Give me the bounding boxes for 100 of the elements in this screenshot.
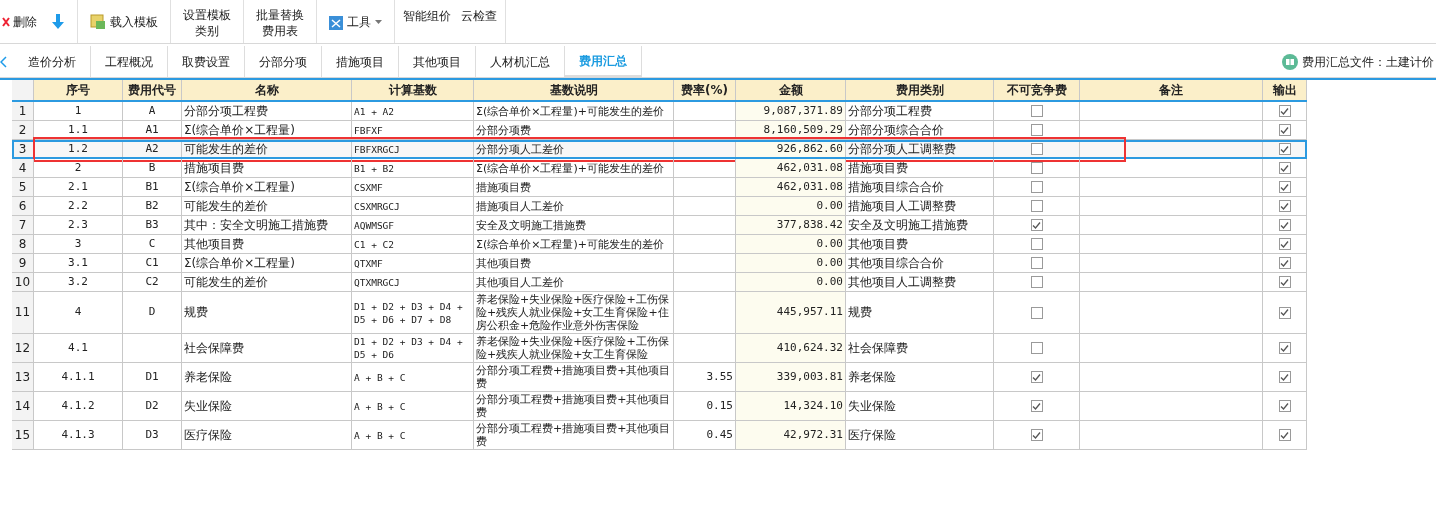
- column-header[interactable]: 不可竞争费: [994, 80, 1080, 100]
- table-cell: D3: [123, 421, 182, 450]
- row-number: 2: [12, 121, 34, 140]
- table-row[interactable]: 8 3 C 其他项目费 C1 + C2 Σ(综合单价×工程量)+可能发生的差价 0.00 其他项目费: [12, 235, 1307, 254]
- table-row[interactable]: 9 3.1 C1 Σ(综合单价×工程量) QTXMF 其他项目费 0.00 其他项目综合合价: [12, 254, 1307, 273]
- header-corner: [12, 80, 34, 100]
- checkbox[interactable]: [1030, 257, 1043, 269]
- table-cell: C1: [123, 254, 182, 273]
- checkbox[interactable]: [1278, 238, 1291, 250]
- caret-icon: [375, 20, 382, 24]
- table-row[interactable]: 12 4.1 社会保障费 D1 + D2 + D3 + D4 + D5 + D6 养老保险+失业保险+医疗保险+工伤保险+残疾人就业保险+女工生育保险 410,624.32 社会保障费: [12, 334, 1307, 363]
- table-cell: 3.2: [34, 273, 123, 292]
- table-row[interactable]: 13 4.1.1 D1 养老保险 A + B + C 分部分项工程费+措施项目费+其他项目费 3.55 339,003.81 养老保险: [12, 363, 1307, 392]
- checkbox[interactable]: [1030, 162, 1043, 174]
- row-number: 8: [12, 235, 34, 254]
- toolbar-button[interactable]: 智能组价: [403, 7, 451, 25]
- table-row[interactable]: 3 1.2 A2 可能发生的差价 FBFXRGCJ 分部分项人工差价 926,862.60 分部分项人工调整费: [12, 140, 1307, 159]
- checkbox[interactable]: [1278, 257, 1291, 269]
- table-cell: 规费: [182, 292, 352, 334]
- checkbox[interactable]: [1030, 276, 1043, 288]
- checkbox[interactable]: [1278, 124, 1291, 136]
- table-cell: D1: [123, 363, 182, 392]
- table-cell: B1: [123, 178, 182, 197]
- checkbox[interactable]: [1278, 400, 1291, 412]
- row-number: 10: [12, 273, 34, 292]
- table-row[interactable]: 15 4.1.3 D3 医疗保险 A + B + C 分部分项工程费+措施项目费+其他项目费 0.45 42,972.31 医疗保险: [12, 421, 1307, 450]
- table-row[interactable]: 14 4.1.2 D2 失业保险 A + B + C 分部分项工程费+措施项目费+其他项目费 0.15 14,324.10 失业保险: [12, 392, 1307, 421]
- column-header[interactable]: 费率(%): [674, 80, 736, 100]
- table-cell: 养老保险+失业保险+医疗保险+工伤保险+残疾人就业保险+女工生育保险: [474, 334, 674, 363]
- toolbar-button[interactable]: 云检查: [461, 7, 497, 25]
- column-header[interactable]: 费用类别: [846, 80, 994, 100]
- checkbox[interactable]: [1030, 219, 1043, 231]
- checkbox[interactable]: [1030, 124, 1043, 136]
- checkbox[interactable]: [1278, 219, 1291, 231]
- table-cell: 措施项目综合合价: [846, 178, 994, 197]
- table-cell: 社会保障费: [846, 334, 994, 363]
- checkbox[interactable]: [1030, 181, 1043, 193]
- checkbox[interactable]: [1030, 200, 1043, 212]
- tab[interactable]: 措施项目: [322, 46, 399, 77]
- table-cell: A1 + A2: [352, 102, 474, 121]
- checkbox[interactable]: [1030, 400, 1043, 412]
- tab[interactable]: 工程概况: [91, 46, 168, 77]
- table-row[interactable]: 1 1 A 分部分项工程费 A1 + A2 Σ(综合单价×工程量)+可能发生的差价 9,087,371.89 分部分项工程费: [12, 102, 1307, 121]
- table-row[interactable]: 10 3.2 C2 可能发生的差价 QTXMRGCJ 其他项目人工差价 0.00 其他项目人工调整费: [12, 273, 1307, 292]
- checkbox[interactable]: [1030, 238, 1043, 250]
- tab[interactable]: 取费设置: [168, 46, 245, 77]
- checkbox[interactable]: [1278, 342, 1291, 354]
- checkbox[interactable]: [1030, 371, 1043, 383]
- toolbar-button[interactable]: 设置模板 类别: [171, 0, 244, 43]
- tab[interactable]: 造价分析: [14, 46, 91, 77]
- table-cell: 措施项目费: [846, 159, 994, 178]
- load-template-button[interactable]: 载入模板: [90, 13, 158, 31]
- tab[interactable]: 其他项目: [399, 46, 476, 77]
- row-number: 11: [12, 292, 34, 334]
- checkbox[interactable]: [1278, 276, 1291, 288]
- table-cell: 0.00: [736, 235, 846, 254]
- tab[interactable]: 分部分项: [245, 46, 322, 77]
- table-cell: 养老保险: [182, 363, 352, 392]
- table-cell: 0.00: [736, 197, 846, 216]
- column-header[interactable]: 输出: [1263, 80, 1307, 100]
- toolbar-button[interactable]: 批量替换 费用表: [244, 0, 317, 43]
- checkbox[interactable]: [1030, 429, 1043, 441]
- table-cell: D: [123, 292, 182, 334]
- down-arrow-icon[interactable]: [51, 14, 65, 30]
- column-header[interactable]: 费用代号: [123, 80, 182, 100]
- column-header[interactable]: 序号: [34, 80, 123, 100]
- checkbox[interactable]: [1278, 105, 1291, 117]
- table-row[interactable]: 4 2 B 措施项目费 B1 + B2 Σ(综合单价×工程量)+可能发生的差价 462,031.08 措施项目费: [12, 159, 1307, 178]
- checkbox[interactable]: [1278, 429, 1291, 441]
- table-cell: 410,624.32: [736, 334, 846, 363]
- checkbox[interactable]: [1278, 143, 1291, 155]
- tools-button[interactable]: 工具: [329, 13, 382, 31]
- column-header[interactable]: 金额: [736, 80, 846, 100]
- checkbox[interactable]: [1278, 371, 1291, 383]
- table-cell: 措施项目人工差价: [474, 197, 674, 216]
- close-icon: [2, 17, 10, 27]
- delete-button[interactable]: 删除: [2, 13, 37, 31]
- checkbox[interactable]: [1030, 105, 1043, 117]
- table-row[interactable]: 11 4 D 规费 D1 + D2 + D3 + D4 + D5 + D6 + D7 + D8 养老保险+失业保险+医疗保险+工伤保险+残疾人就业保险+女工生育保险+住房公积金+危险作业意外伤害保险 445,957.11 规费: [12, 292, 1307, 334]
- row-number: 15: [12, 421, 34, 450]
- table-row[interactable]: 7 2.3 B3 其中：安全文明施工措施费 AQWMSGF 安全及文明施工措施费 377,838.42 安全及文明施工措施费: [12, 216, 1307, 235]
- column-header[interactable]: 计算基数: [352, 80, 474, 100]
- table-cell: 4: [34, 292, 123, 334]
- table-row[interactable]: 6 2.2 B2 可能发生的差价 CSXMRGCJ 措施项目人工差价 0.00 措施项目人工调整费: [12, 197, 1307, 216]
- checkbox[interactable]: [1278, 181, 1291, 193]
- table-cell: 445,957.11: [736, 292, 846, 334]
- tab[interactable]: 人材机汇总: [476, 46, 565, 77]
- collapse-icon[interactable]: [0, 55, 8, 68]
- checkbox[interactable]: [1278, 162, 1291, 174]
- table-cell: 养老保险: [846, 363, 994, 392]
- column-header[interactable]: 基数说明: [474, 80, 674, 100]
- column-header[interactable]: 名称: [182, 80, 352, 100]
- table-row[interactable]: 5 2.1 B1 Σ(综合单价×工程量) CSXMF 措施项目费 462,031.08 措施项目综合合价: [12, 178, 1307, 197]
- checkbox[interactable]: [1030, 143, 1043, 155]
- column-header[interactable]: 备注: [1080, 80, 1263, 100]
- checkbox[interactable]: [1278, 200, 1291, 212]
- checkbox[interactable]: [1030, 342, 1043, 354]
- table-cell: 1: [34, 102, 123, 121]
- checkbox[interactable]: [1278, 306, 1291, 319]
- checkbox[interactable]: [1030, 306, 1043, 319]
